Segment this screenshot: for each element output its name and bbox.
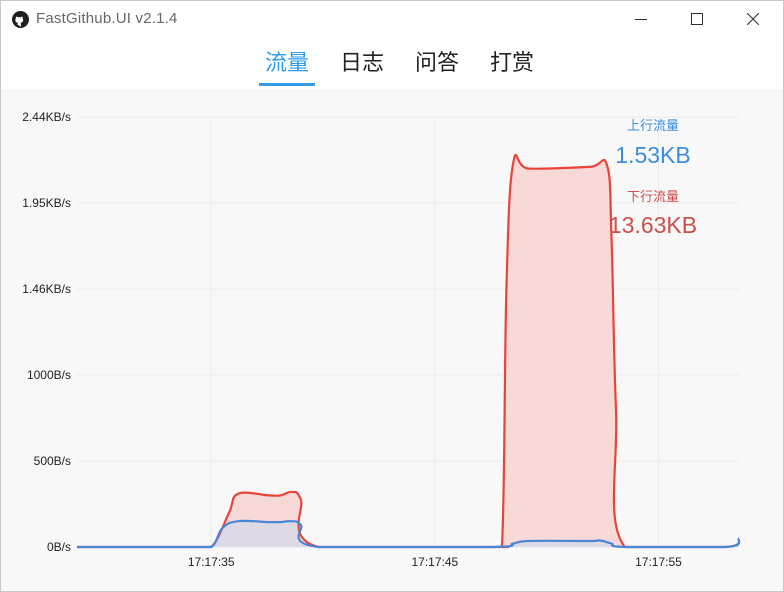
minimize-icon [635, 19, 647, 20]
y-tick-label: 1000B/s [27, 368, 71, 382]
close-button[interactable] [725, 1, 781, 37]
chart-grid [77, 116, 739, 548]
upload-stat-label: 上行流量 [627, 119, 679, 134]
upload-line [76, 519, 741, 549]
download-stat-label: 下行流量 [627, 190, 679, 205]
x-tick-label: 17:17:35 [188, 555, 235, 569]
close-icon [747, 13, 759, 25]
upload-stat-value: 1.53KB [615, 142, 690, 168]
app-window: FastGithub.UI v2.1.4 流量 日志 问答 打赏 0B/s 500… [0, 0, 784, 592]
tab-logs[interactable]: 日志 [339, 50, 385, 86]
maximize-button[interactable] [669, 1, 725, 37]
y-tick-label: 1.95KB/s [22, 196, 71, 210]
maximize-icon [691, 13, 703, 25]
x-tick-label: 17:17:45 [411, 555, 458, 569]
download-stat-value: 13.63KB [609, 212, 697, 238]
tab-traffic[interactable]: 流量 [259, 50, 315, 86]
minimize-button[interactable] [613, 1, 669, 37]
upload-area [77, 520, 740, 547]
y-tick-label: 2.44KB/s [22, 110, 71, 124]
tab-faq[interactable]: 问答 [413, 50, 461, 86]
window-title: FastGithub.UI v2.1.4 [36, 10, 178, 27]
y-tick-label: 1.46KB/s [22, 282, 71, 296]
traffic-chart: 0B/s 500B/s 1000B/s 1.46KB/s 1.95KB/s 2.44KB/… [22, 110, 741, 569]
y-tick-label: 0B/s [47, 540, 71, 554]
y-tick-label: 500B/s [34, 454, 71, 468]
tab-bar: 流量 日志 问答 打赏 [1, 37, 783, 89]
tab-donate[interactable]: 打赏 [488, 50, 536, 86]
title-bar[interactable]: FastGithub.UI v2.1.4 [1, 1, 783, 37]
github-octocat-icon [12, 11, 29, 28]
x-axis-ticks: 17:17:35 17:17:45 17:17:55 [188, 555, 682, 569]
y-axis-ticks: 0B/s 500B/s 1000B/s 1.46KB/s 1.95KB/s 2.44KB/… [22, 110, 71, 554]
x-tick-label: 17:17:55 [635, 555, 682, 569]
